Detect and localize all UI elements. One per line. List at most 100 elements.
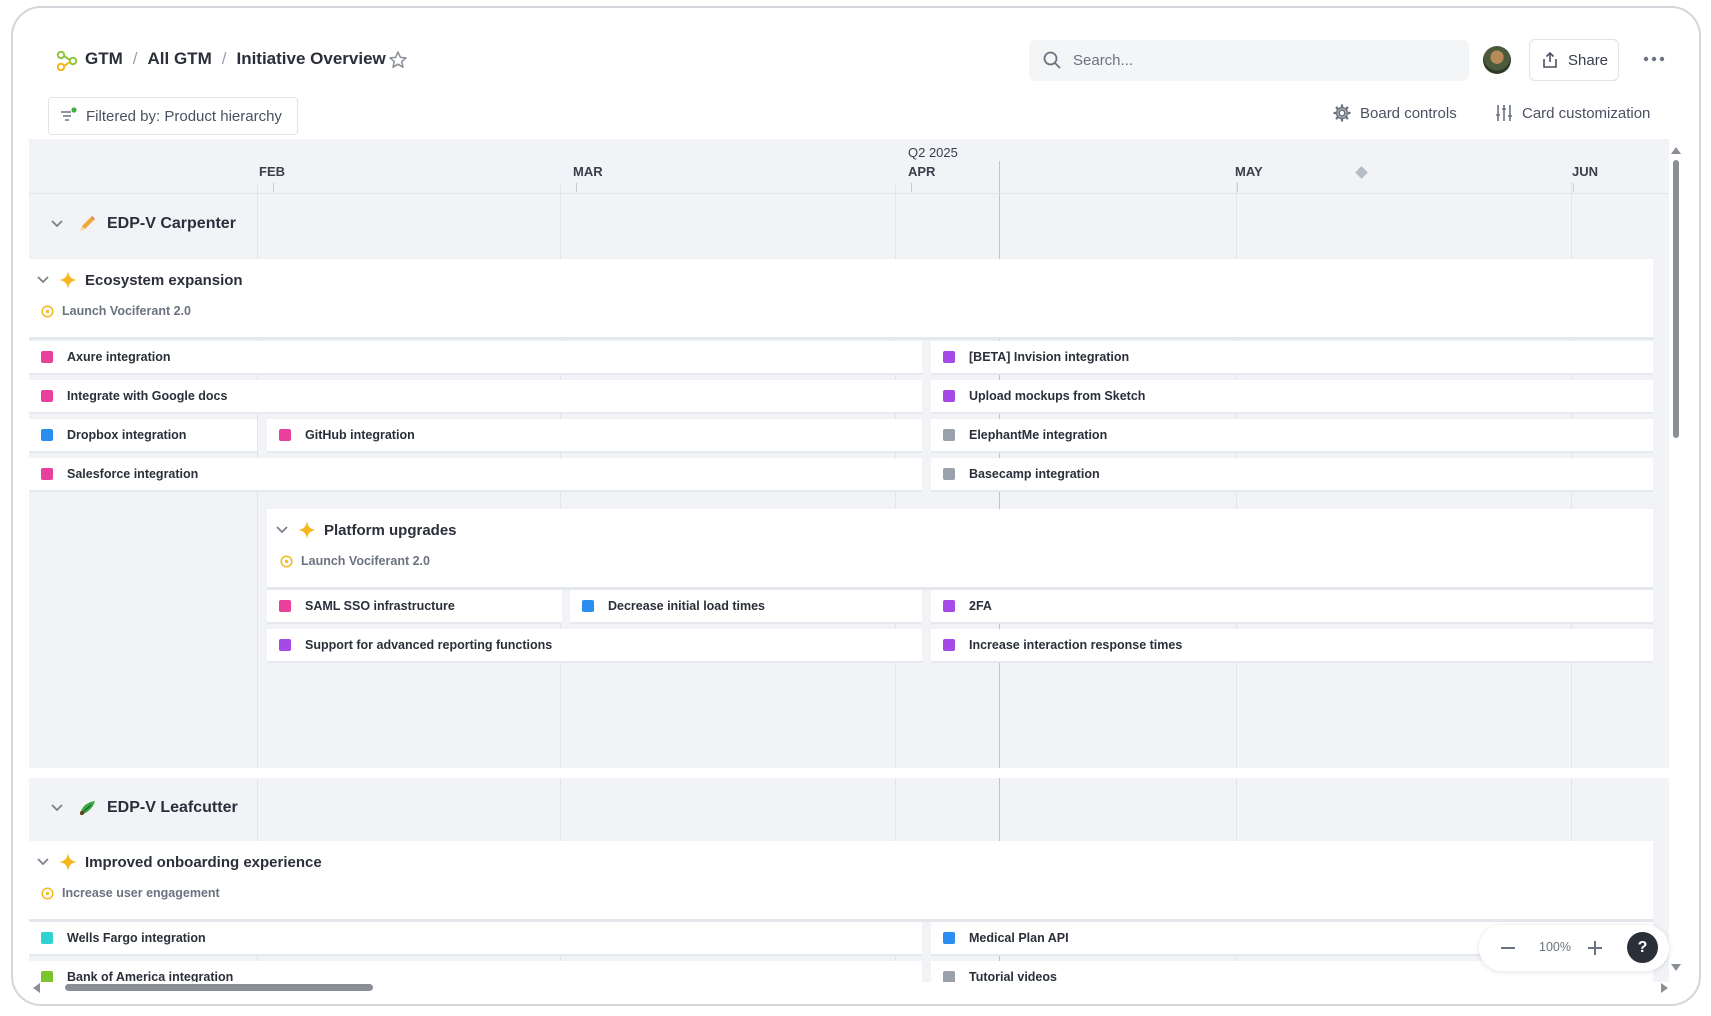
month-label-may: MAY — [1235, 164, 1263, 179]
card-dropbox-integration[interactable]: Dropbox integration — [29, 419, 257, 453]
card-google-docs-integration[interactable]: Integrate with Google docs — [29, 380, 922, 414]
month-tick — [576, 183, 577, 192]
group-label: EDP-V Leafcutter — [107, 799, 238, 816]
board-controls-button[interactable]: Board controls — [1333, 104, 1457, 122]
chevron-down-icon[interactable] — [51, 220, 63, 228]
card-label: Dropbox integration — [67, 428, 187, 442]
lane-title-row[interactable]: Improved onboarding experience — [37, 853, 322, 871]
status-swatch — [41, 971, 53, 982]
group-row-leafcutter[interactable]: EDP-V Leafcutter — [29, 778, 1653, 838]
month-label-feb: FEB — [259, 164, 285, 179]
status-swatch — [279, 639, 291, 651]
card-invision-integration[interactable]: [BETA] Invision integration — [931, 341, 1653, 375]
vertical-scrollbar[interactable] — [1673, 160, 1679, 438]
card-customization-button[interactable]: Card customization — [1495, 104, 1650, 122]
card-2fa[interactable]: 2FA — [931, 590, 1653, 624]
workspace-logo-icon[interactable] — [56, 51, 78, 71]
month-tick — [911, 183, 912, 192]
share-button[interactable]: Share — [1529, 39, 1619, 81]
goal-link[interactable]: Launch Vociferant 2.0 — [41, 304, 191, 318]
goal-label: Launch Vociferant 2.0 — [301, 554, 430, 568]
search-input[interactable]: Search... — [1029, 40, 1469, 81]
scroll-down-arrow-icon[interactable] — [1671, 964, 1681, 971]
milestone-marker-icon[interactable] — [1355, 166, 1368, 179]
card-label: SAML SSO infrastructure — [305, 599, 455, 613]
card-interaction-response[interactable]: Increase interaction response times — [931, 629, 1653, 663]
lane-title: Ecosystem expansion — [85, 271, 243, 289]
card-label: Basecamp integration — [969, 467, 1100, 481]
goal-target-icon — [280, 554, 293, 568]
zoom-out-icon[interactable] — [1501, 947, 1515, 949]
scroll-up-arrow-icon[interactable] — [1671, 147, 1681, 154]
lane-header-ecosystem-expansion — [29, 259, 1653, 338]
month-label-apr: APR — [908, 164, 936, 179]
card-label: Upload mockups from Sketch — [969, 389, 1146, 403]
scroll-left-arrow-icon[interactable] — [33, 983, 40, 993]
group-row-carpenter[interactable]: EDP-V Carpenter — [29, 194, 1653, 254]
card-label: Tutorial videos — [969, 970, 1057, 982]
chevron-down-icon[interactable] — [276, 526, 288, 534]
more-options-icon[interactable] — [1642, 54, 1666, 64]
search-icon — [1043, 51, 1061, 69]
sparkle-icon — [59, 271, 77, 289]
lane-title-row[interactable]: Ecosystem expansion — [37, 271, 243, 289]
card-decrease-load-times[interactable]: Decrease initial load times — [570, 590, 922, 624]
card-advanced-reporting[interactable]: Support for advanced reporting functions — [267, 629, 922, 663]
group-label: EDP-V Carpenter — [107, 215, 236, 232]
chevron-down-icon[interactable] — [51, 804, 63, 812]
breadcrumb-separator: / — [221, 49, 227, 68]
chevron-down-icon[interactable] — [37, 276, 49, 284]
status-swatch — [943, 429, 955, 441]
card-label: Medical Plan API — [969, 931, 1069, 945]
breadcrumb-separator: / — [132, 49, 138, 68]
lane-header-platform-upgrades — [267, 509, 1653, 588]
card-basecamp-integration[interactable]: Basecamp integration — [931, 458, 1653, 492]
card-salesforce-integration[interactable]: Salesforce integration — [29, 458, 922, 492]
card-bank-of-america[interactable]: Bank of America integration — [29, 961, 922, 982]
favorite-star-icon[interactable] — [388, 50, 408, 70]
status-swatch — [279, 600, 291, 612]
quarter-label: Q2 2025 — [908, 145, 958, 160]
chevron-down-icon[interactable] — [37, 858, 49, 866]
month-tick — [273, 183, 274, 192]
breadcrumb-gtm[interactable]: GTM — [85, 49, 123, 69]
card-sketch-mockups[interactable]: Upload mockups from Sketch — [931, 380, 1653, 414]
status-swatch — [41, 468, 53, 480]
breadcrumb-initiative-overview[interactable]: Initiative Overview — [236, 49, 385, 69]
breadcrumb-all-gtm[interactable]: All GTM — [148, 49, 212, 69]
filter-button[interactable]: Filtered by: Product hierarchy — [48, 97, 298, 135]
lane-title: Improved onboarding experience — [85, 853, 322, 871]
user-avatar[interactable] — [1483, 46, 1511, 74]
status-swatch — [41, 429, 53, 441]
goal-link[interactable]: Increase user engagement — [41, 886, 220, 900]
card-label: [BETA] Invision integration — [969, 350, 1130, 364]
status-swatch — [41, 932, 53, 944]
help-button[interactable]: ? — [1627, 932, 1658, 963]
card-elephantme-integration[interactable]: ElephantMe integration — [931, 419, 1653, 453]
card-github-integration[interactable]: GitHub integration — [267, 419, 922, 453]
horizontal-scrollbar[interactable] — [65, 984, 373, 991]
goal-link[interactable]: Launch Vociferant 2.0 — [280, 554, 430, 568]
card-label: Bank of America integration — [67, 970, 234, 982]
leafcutter-ant-icon — [80, 801, 95, 815]
card-customization-label: Card customization — [1522, 104, 1651, 122]
card-axure-integration[interactable]: Axure integration — [29, 341, 922, 375]
goal-label: Increase user engagement — [62, 886, 220, 900]
gear-icon — [1333, 104, 1351, 122]
status-swatch — [943, 468, 955, 480]
card-saml-sso[interactable]: SAML SSO infrastructure — [267, 590, 562, 624]
zoom-in-icon[interactable] — [1594, 941, 1596, 955]
status-swatch — [943, 351, 955, 363]
board-controls-label: Board controls — [1360, 104, 1457, 122]
card-label: Salesforce integration — [67, 467, 199, 481]
carpenter-pencil-icon — [80, 216, 95, 231]
status-swatch — [943, 932, 955, 944]
scroll-right-arrow-icon[interactable] — [1661, 983, 1668, 993]
lane-title: Platform upgrades — [324, 521, 457, 539]
card-label: Decrease initial load times — [608, 599, 766, 613]
share-icon — [1543, 51, 1557, 68]
lane-title-row[interactable]: Platform upgrades — [276, 521, 457, 539]
card-wells-fargo[interactable]: Wells Fargo integration — [29, 922, 922, 956]
month-label-jun: JUN — [1572, 164, 1599, 179]
card-label: Increase interaction response times — [969, 638, 1183, 652]
